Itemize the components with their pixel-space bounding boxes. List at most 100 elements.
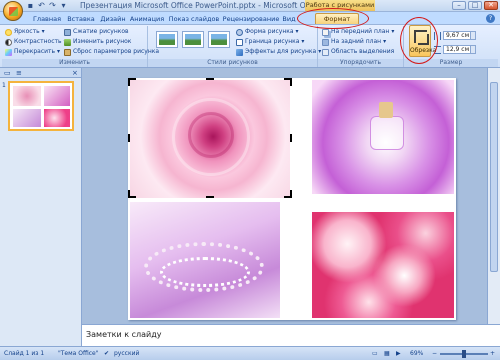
tab-design[interactable]: Дизайн	[98, 14, 128, 24]
picture-border-label: Граница рисунка	[245, 38, 300, 45]
contrast-icon	[5, 38, 12, 46]
tab-insert[interactable]: Вставка	[64, 14, 98, 24]
tab-slide-show[interactable]: Показ слайдов	[168, 14, 220, 24]
reset-picture-button[interactable]: Сброс параметров рисунка	[64, 48, 159, 56]
flowers-photo[interactable]	[312, 212, 454, 318]
reset-picture-icon	[64, 48, 71, 56]
slide-canvas[interactable]	[128, 78, 456, 320]
crop-handle[interactable]	[128, 78, 130, 86]
notes-placeholder: Заметки к слайду	[86, 330, 162, 339]
picture-style-3[interactable]	[208, 31, 230, 48]
close-button[interactable]: ✕	[484, 1, 498, 10]
zoom-out-icon[interactable]: −	[432, 350, 437, 357]
crop-handle[interactable]	[290, 134, 292, 142]
crop-handle[interactable]	[128, 190, 130, 198]
brightness-button[interactable]: Яркость ▾	[5, 28, 45, 36]
rose-photo[interactable]	[130, 80, 290, 198]
selection-pane-button[interactable]: Область выделения	[322, 48, 394, 56]
ribbon-tabs: Главная Вставка Дизайн Анимация Показ сл…	[0, 12, 500, 24]
picture-shape-icon	[236, 28, 243, 36]
slides-pane: ▭ ≡ × 1	[0, 68, 82, 346]
recolor-button[interactable]: Перекрасить ▾	[5, 48, 60, 56]
dropdown-arrow-icon: ▾	[383, 38, 387, 45]
zoom-slider-knob[interactable]	[462, 350, 466, 358]
language[interactable]: русский	[114, 350, 139, 357]
office-button[interactable]	[3, 1, 23, 21]
crop-handle[interactable]	[128, 134, 130, 142]
contrast-button[interactable]: Контрастность▾	[5, 38, 67, 46]
selection-pane-label: Область выделения	[331, 48, 395, 55]
picture-styles-group-label: Стили рисунков	[148, 59, 317, 67]
width-icon	[434, 46, 441, 54]
picture-effects-button[interactable]: Эффекты для рисунка ▾	[236, 48, 321, 56]
undo-icon[interactable]: ↶	[37, 1, 46, 10]
brightness-icon	[5, 28, 12, 36]
reset-picture-label: Сброс параметров рисунка	[73, 48, 160, 55]
crop-icon	[414, 30, 429, 45]
change-picture-icon	[64, 38, 71, 46]
slide-count: Слайд 1 из 1	[4, 350, 45, 357]
height-icon	[434, 32, 441, 40]
office-logo-icon	[9, 7, 18, 16]
recolor-label: Перекрасить	[14, 48, 56, 55]
dropdown-arrow-icon: ▾	[301, 38, 305, 45]
title-bar: ▪ ↶ ↷ ▾ Презентация Microsoft Office Pow…	[0, 0, 500, 12]
notes-pane[interactable]: Заметки к слайду	[82, 324, 500, 346]
zoom-level[interactable]: 69%	[410, 350, 423, 357]
picture-styles-group: Форма рисунка ▾ Граница рисунка ▾ Эффекты …	[148, 26, 321, 67]
tab-view[interactable]: Вид	[280, 14, 298, 24]
dropdown-arrow-icon: ▾	[57, 48, 61, 55]
dropdown-arrow-icon: ▾	[41, 28, 45, 35]
redo-icon[interactable]: ↷	[48, 1, 57, 10]
tab-review[interactable]: Рецензирование	[222, 14, 280, 24]
picture-shape-button[interactable]: Форма рисунка ▾	[236, 28, 299, 36]
scrollbar-thumb[interactable]	[490, 82, 498, 272]
adjust-group: Яркость▾ Контрастность▾ Перекрасить▾ Сжа…	[2, 26, 159, 67]
crop-handle[interactable]	[290, 78, 292, 86]
height-field[interactable]: 9,67 см	[443, 31, 471, 40]
send-to-back-button[interactable]: На задний план ▾	[322, 38, 386, 46]
dropdown-arrow-icon: ▾	[391, 28, 395, 35]
help-icon[interactable]: ?	[486, 14, 495, 23]
width-spinner[interactable]	[471, 45, 476, 54]
slideshow-icon[interactable]: ▶	[396, 350, 401, 357]
maximize-button[interactable]: □	[468, 1, 482, 10]
picture-style-1[interactable]	[156, 31, 178, 48]
compress-label: Сжатие рисунков	[73, 28, 129, 35]
crop-handle[interactable]	[206, 196, 214, 198]
pane-close-icon[interactable]: ×	[72, 69, 78, 77]
qat-more-icon[interactable]: ▾	[59, 1, 68, 10]
spellcheck-icon[interactable]: ✔	[104, 350, 109, 357]
tab-format[interactable]: Формат	[315, 13, 359, 24]
vertical-scrollbar[interactable]	[487, 68, 500, 324]
brightness-label: Яркость	[14, 28, 40, 35]
tab-home[interactable]: Главная	[30, 14, 64, 24]
zoom-in-icon[interactable]: +	[490, 350, 495, 357]
bring-to-front-button[interactable]: На передний план ▾	[322, 28, 394, 36]
picture-border-button[interactable]: Граница рисунка ▾	[236, 38, 304, 46]
crop-handle[interactable]	[206, 78, 214, 80]
normal-view-icon[interactable]: ▭	[372, 350, 378, 357]
zoom-slider[interactable]	[440, 350, 488, 358]
pane-tabs: ▭ ≡ ×	[0, 68, 81, 78]
pearls-photo[interactable]	[130, 202, 280, 318]
outline-tab-icon[interactable]: ≡	[16, 69, 22, 77]
perfume-photo[interactable]	[312, 80, 454, 194]
change-picture-button[interactable]: Изменить рисунок	[64, 38, 131, 46]
crop-handle[interactable]	[290, 190, 292, 198]
save-icon[interactable]: ▪	[26, 1, 35, 10]
width-field[interactable]: 12,9 см	[443, 45, 471, 54]
picture-shape-label: Форма рисунка	[245, 28, 294, 35]
contrast-label: Контрастность	[14, 38, 62, 45]
crop-button[interactable]: Обрезка	[409, 25, 436, 57]
slide-sorter-icon[interactable]: ▦	[384, 350, 390, 357]
compress-pictures-button[interactable]: Сжатие рисунков	[64, 28, 129, 36]
minimize-button[interactable]: –	[452, 1, 466, 10]
height-spinner[interactable]	[471, 31, 476, 40]
dropdown-arrow-icon: ▾	[295, 28, 299, 35]
picture-style-2[interactable]	[182, 31, 204, 48]
slides-tab-icon[interactable]: ▭	[4, 69, 11, 77]
slide-thumbnail[interactable]	[8, 81, 74, 131]
tab-animation[interactable]: Анимация	[128, 14, 166, 24]
picture-effects-icon	[236, 48, 243, 56]
